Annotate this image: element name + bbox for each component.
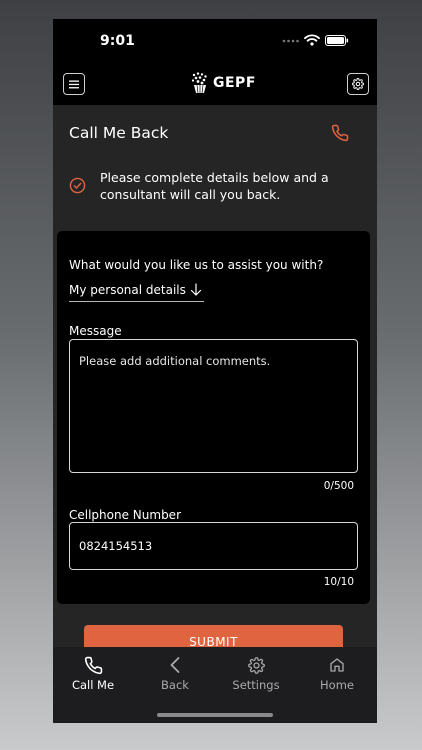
logo-icon (191, 72, 207, 94)
cellphone-char-counter: 10/10 (323, 576, 354, 588)
gear-icon (352, 78, 364, 90)
menu-button[interactable] (63, 73, 85, 95)
nav-label-call-me: Call Me (71, 678, 115, 692)
phone-icon (84, 656, 102, 674)
topic-dropdown[interactable]: My personal details (69, 283, 204, 302)
phone-screen: 9:01 GEPF Call Me Back Please complete d… (53, 19, 377, 723)
gepf-logo: GEPF (190, 72, 256, 94)
status-time: 9:01 (100, 33, 135, 49)
arrow-down-icon (190, 283, 201, 296)
check-circle-icon (69, 177, 86, 194)
home-icon (330, 658, 344, 672)
call-back-form: What would you like us to assist you wit… (57, 231, 370, 604)
bottom-nav: Call Me Back Settings Home (53, 647, 377, 723)
wifi-icon (304, 34, 320, 46)
nav-item-settings[interactable]: Settings (221, 655, 291, 692)
nav-label-home: Home (320, 678, 354, 692)
phone-icon[interactable] (331, 124, 349, 142)
cellphone-input[interactable] (69, 522, 358, 570)
signal-icon (282, 39, 299, 43)
nav-item-call-me[interactable]: Call Me (58, 655, 128, 692)
message-char-counter: 0/500 (323, 480, 354, 492)
nav-label-settings: Settings (232, 678, 280, 692)
gear-icon (247, 656, 265, 674)
info-text: Please complete details below and a cons… (100, 170, 329, 202)
app-header: GEPF (53, 67, 377, 105)
nav-item-back[interactable]: Back (140, 655, 210, 692)
chevron-left-icon (170, 657, 180, 673)
battery-icon (325, 35, 349, 46)
home-indicator[interactable] (157, 713, 273, 717)
nav-item-home[interactable]: Home (302, 655, 372, 692)
hamburger-icon (69, 80, 79, 88)
message-label: Message (69, 324, 122, 338)
logo-text: GEPF (213, 75, 256, 91)
nav-label-back: Back (161, 678, 189, 692)
status-bar: 9:01 (53, 19, 377, 67)
topic-value: My personal details (69, 283, 186, 297)
assist-question-label: What would you like us to assist you wit… (69, 258, 324, 272)
message-input[interactable] (69, 339, 358, 473)
cellphone-label: Cellphone Number (69, 508, 182, 522)
page-title: Call Me Back (69, 124, 169, 142)
settings-button[interactable] (347, 73, 369, 95)
